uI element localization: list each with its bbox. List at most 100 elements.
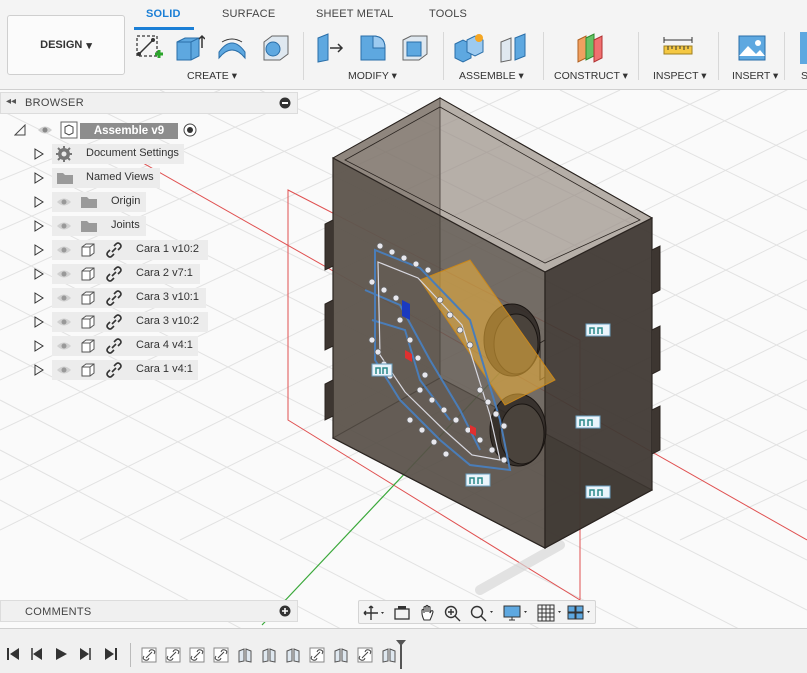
visibility-eye-icon[interactable] bbox=[56, 268, 72, 280]
step-back-icon[interactable] bbox=[30, 647, 44, 661]
zoom-icon[interactable] bbox=[443, 604, 463, 622]
workspace-switcher[interactable]: DESIGN ▾ bbox=[7, 15, 125, 75]
expanded-triangle-icon[interactable] bbox=[14, 124, 26, 136]
viewports-icon[interactable] bbox=[567, 604, 595, 622]
timeline-joint-feature-icon[interactable] bbox=[165, 647, 181, 663]
timeline-rigid-joint-icon[interactable] bbox=[261, 647, 277, 663]
visibility-eye-icon[interactable] bbox=[56, 244, 72, 256]
joint-marker[interactable] bbox=[585, 485, 611, 499]
timeline-joint-feature-icon[interactable] bbox=[141, 647, 157, 663]
tab-tools[interactable]: TOOLS bbox=[429, 8, 467, 28]
pan-hand-icon[interactable] bbox=[419, 604, 437, 622]
browser-item-document-settings[interactable]: Document Settings bbox=[0, 143, 300, 165]
offset-plane-icon[interactable] bbox=[574, 32, 606, 64]
inspect-menu[interactable]: INSPECT ▾ bbox=[653, 70, 707, 82]
comments-panel-header[interactable]: COMMENTS bbox=[0, 600, 298, 622]
root-label: Assemble v9 bbox=[80, 123, 178, 139]
tab-sheet-metal[interactable]: SHEET METAL bbox=[316, 8, 394, 28]
shell-icon[interactable] bbox=[399, 32, 431, 64]
toolbar-divider bbox=[543, 32, 544, 80]
browser-item-component[interactable]: Cara 4 v4:1 bbox=[0, 335, 300, 357]
browser-root-row[interactable]: Assemble v9 bbox=[0, 119, 300, 141]
component-icon bbox=[81, 363, 95, 377]
play-icon[interactable] bbox=[54, 647, 68, 661]
timeline-marker[interactable] bbox=[395, 639, 407, 669]
new-component-icon[interactable] bbox=[453, 32, 485, 64]
step-forward-icon[interactable] bbox=[78, 647, 92, 661]
expand-triangle-icon[interactable] bbox=[34, 220, 44, 232]
expand-triangle-icon[interactable] bbox=[34, 292, 44, 304]
tab-solid[interactable]: SOLID bbox=[146, 8, 181, 28]
add-comment-icon[interactable] bbox=[279, 605, 291, 617]
create-menu[interactable]: CREATE ▾ bbox=[187, 70, 237, 82]
expand-triangle-icon[interactable] bbox=[34, 316, 44, 328]
look-at-icon[interactable] bbox=[393, 605, 411, 621]
create-sketch-icon[interactable] bbox=[133, 32, 165, 64]
insert-image-icon[interactable] bbox=[736, 32, 768, 64]
construct-menu[interactable]: CONSTRUCT ▾ bbox=[554, 70, 628, 82]
insert-menu[interactable]: INSERT ▾ bbox=[732, 70, 778, 82]
expand-triangle-icon[interactable] bbox=[34, 196, 44, 208]
timeline-joint-feature-icon[interactable] bbox=[189, 647, 205, 663]
orbit-icon[interactable] bbox=[363, 605, 385, 621]
extrude-icon[interactable] bbox=[173, 32, 205, 64]
browser-item-component[interactable]: Cara 1 v4:1 bbox=[0, 359, 300, 381]
browser-item-component[interactable]: Cara 3 v10:2 bbox=[0, 311, 300, 333]
visibility-eye-icon[interactable] bbox=[56, 196, 72, 208]
hole-icon[interactable] bbox=[260, 32, 292, 64]
expand-triangle-icon[interactable] bbox=[34, 340, 44, 352]
timeline-rigid-joint-icon[interactable] bbox=[285, 647, 301, 663]
tab-surface[interactable]: SURFACE bbox=[222, 8, 275, 28]
joint-marker[interactable] bbox=[575, 415, 601, 429]
browser-item-origin[interactable]: Origin bbox=[0, 191, 300, 213]
grid-settings-icon[interactable] bbox=[537, 604, 565, 622]
go-to-end-icon[interactable] bbox=[104, 647, 118, 661]
activate-radio-icon[interactable] bbox=[183, 123, 197, 137]
fillet-icon[interactable] bbox=[357, 32, 389, 64]
expand-triangle-icon[interactable] bbox=[34, 268, 44, 280]
visibility-eye-icon[interactable] bbox=[56, 340, 72, 352]
collapse-panel-icon[interactable]: ◂◂ bbox=[6, 96, 16, 107]
assembly-model[interactable] bbox=[324, 97, 661, 550]
joint-marker[interactable] bbox=[371, 363, 393, 377]
minimize-icon[interactable] bbox=[279, 97, 291, 109]
browser-item-component[interactable]: Cara 3 v10:1 bbox=[0, 287, 300, 309]
expand-triangle-icon[interactable] bbox=[34, 364, 44, 376]
browser-item-component[interactable]: Cara 1 v10:2 bbox=[0, 239, 300, 261]
visibility-eye-icon[interactable] bbox=[56, 220, 72, 232]
press-pull-icon[interactable] bbox=[314, 32, 346, 64]
zoom-window-icon[interactable] bbox=[469, 604, 497, 622]
browser-item-joints[interactable]: Joints bbox=[0, 215, 300, 237]
select-icon[interactable] bbox=[800, 32, 807, 64]
item-label: Named Views bbox=[86, 171, 154, 183]
select-menu[interactable]: S bbox=[801, 70, 807, 82]
expand-triangle-icon[interactable] bbox=[34, 172, 44, 184]
browser-item-named-views[interactable]: Named Views bbox=[0, 167, 300, 189]
timeline-rigid-joint-icon[interactable] bbox=[333, 647, 349, 663]
modify-menu[interactable]: MODIFY ▾ bbox=[348, 70, 397, 82]
joint-marker[interactable] bbox=[465, 473, 491, 487]
timeline-joint-feature-icon[interactable] bbox=[213, 647, 229, 663]
visibility-eye-icon[interactable] bbox=[56, 292, 72, 304]
visibility-eye-icon[interactable] bbox=[37, 124, 53, 136]
measure-icon[interactable] bbox=[662, 32, 694, 64]
expand-triangle-icon[interactable] bbox=[34, 244, 44, 256]
timeline-rigid-joint-icon[interactable] bbox=[237, 647, 253, 663]
component-icon bbox=[81, 315, 95, 329]
expand-triangle-icon[interactable] bbox=[34, 148, 44, 160]
revolve-icon[interactable] bbox=[216, 32, 248, 64]
workspace-label: DESIGN bbox=[40, 39, 83, 51]
timeline-joint-feature-icon[interactable] bbox=[357, 647, 373, 663]
timeline-joint-feature-icon[interactable] bbox=[309, 647, 325, 663]
go-to-start-icon[interactable] bbox=[6, 647, 20, 661]
visibility-eye-icon[interactable] bbox=[56, 316, 72, 328]
browser-item-component[interactable]: Cara 2 v7:1 bbox=[0, 263, 300, 285]
assemble-menu[interactable]: ASSEMBLE ▾ bbox=[459, 70, 524, 82]
visibility-eye-icon[interactable] bbox=[56, 364, 72, 376]
toolbar-divider bbox=[303, 32, 304, 80]
link-icon bbox=[106, 242, 122, 258]
joint-marker[interactable] bbox=[585, 323, 611, 337]
joint-icon[interactable] bbox=[497, 32, 529, 64]
component-icon bbox=[81, 291, 95, 305]
display-settings-icon[interactable] bbox=[503, 604, 531, 622]
